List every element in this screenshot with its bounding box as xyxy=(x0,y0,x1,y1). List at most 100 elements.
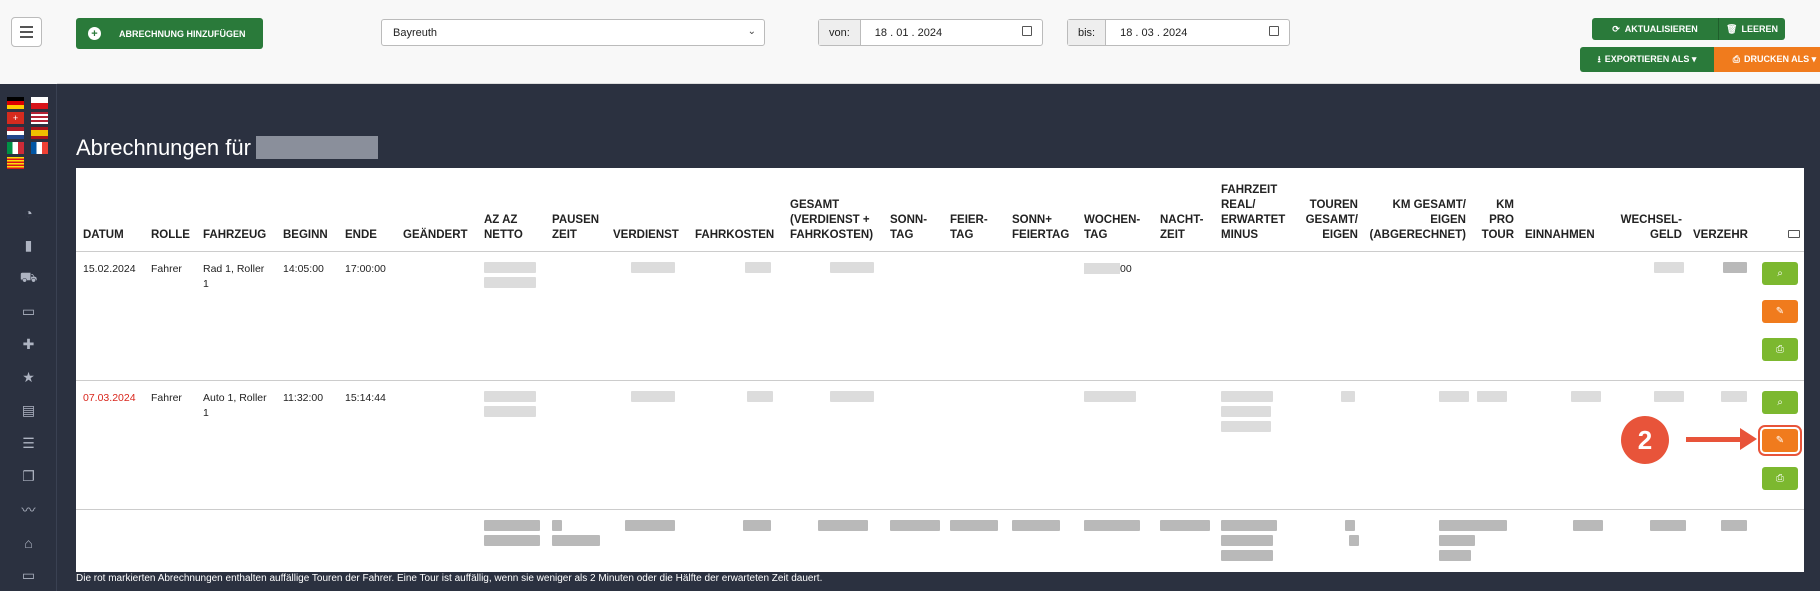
column-header[interactable]: FEIER-TAG xyxy=(943,168,1005,252)
cell-end: 17:00:00 xyxy=(338,251,396,381)
page-title: Abrechnungen für xyxy=(76,135,251,160)
flag-spain-icon[interactable] xyxy=(31,127,48,139)
refresh-button[interactable]: ⟳ AKTUALISIEREN xyxy=(1592,18,1718,40)
print-button[interactable]: ⎙ DRUCKEN ALS ▾ xyxy=(1714,47,1820,72)
edit-button-highlighted[interactable]: ✎ xyxy=(1758,424,1802,456)
edit-button[interactable]: ✎ xyxy=(1762,299,1798,323)
column-header[interactable]: ENDE xyxy=(338,168,396,252)
desktop-icon[interactable]: ▭ xyxy=(0,559,57,591)
dashboard-icon[interactable]: ◔ xyxy=(0,196,57,229)
cell-empty xyxy=(1153,380,1214,510)
search-icon: ⌕ xyxy=(1777,396,1783,408)
column-header[interactable]: FAHRZEUG xyxy=(196,168,276,252)
column-header[interactable]: EINNAHMEN xyxy=(1518,168,1609,252)
column-header[interactable]: SONN+ FEIERTAG xyxy=(1005,168,1077,252)
sidebar-nav: ◔ ▮ ⛟ ▭ ✚ ★ ▤ ☰ ❐ 〰 ⌂ ▭ xyxy=(0,196,57,591)
column-header[interactable]: VERDIENST xyxy=(606,168,688,252)
cell-redacted xyxy=(1077,380,1153,510)
clear-button[interactable]: 🗑 LEEREN xyxy=(1718,18,1785,40)
column-header[interactable]: VERZEHR xyxy=(1686,168,1748,252)
cell-redacted xyxy=(545,509,606,569)
trend-icon[interactable]: 〰 xyxy=(0,493,57,526)
flag-italy-icon[interactable] xyxy=(7,142,24,154)
cell-redacted xyxy=(1686,251,1748,381)
cell-redacted xyxy=(688,509,783,569)
column-header[interactable]: SONN-TAG xyxy=(883,168,943,252)
flag-france-icon[interactable] xyxy=(31,142,48,154)
cell-vehicle: Auto 1, Roller 1 xyxy=(196,380,276,510)
flag-catalonia-icon[interactable] xyxy=(7,157,24,169)
location-value: Bayreuth xyxy=(393,26,438,39)
flag-netherlands-icon[interactable] xyxy=(7,127,24,139)
cell-redacted xyxy=(1518,509,1609,569)
column-header[interactable]: BEGINN xyxy=(276,168,338,252)
monitor-icon[interactable]: ▭ xyxy=(0,295,57,328)
column-header[interactable]: GEÄNDERT xyxy=(396,168,477,252)
bar-chart-icon[interactable]: ▮ xyxy=(0,229,57,262)
date-from-label: von: xyxy=(819,20,861,45)
star-icon[interactable]: ★ xyxy=(0,361,57,394)
home-icon[interactable]: ⌂ xyxy=(0,526,57,559)
column-header[interactable]: WOCHEN-TAG xyxy=(1077,168,1153,252)
sidebar: + ◔ ▮ ⛟ ▭ ✚ ★ ▤ ☰ ❐ 〰 ⌂ ▭ xyxy=(0,0,57,591)
keyboard-icon[interactable] xyxy=(1788,229,1800,238)
add-user-icon[interactable]: ✚ xyxy=(0,328,57,361)
flag-usa-icon[interactable] xyxy=(31,112,48,124)
cell-redacted xyxy=(477,251,545,381)
date-to-field[interactable]: bis: 18 . 03 . 2024 xyxy=(1067,19,1290,46)
calendar-icon[interactable] xyxy=(1022,26,1032,36)
language-flags: + xyxy=(7,97,51,169)
view-button[interactable]: ⌕ xyxy=(1762,261,1798,285)
column-header[interactable]: FAHRKOSTEN xyxy=(688,168,783,252)
date-to-value[interactable]: 18 . 03 . 2024 xyxy=(1120,27,1187,39)
column-header[interactable]: FAHRZEIT REAL/ ERWARTET MINUS xyxy=(1214,168,1298,252)
footnote: Die rot markierten Abrechnungen enthalte… xyxy=(76,573,823,584)
flag-switzerland-icon[interactable]: + xyxy=(7,112,24,124)
print-label: DRUCKEN ALS ▾ xyxy=(1744,54,1817,64)
cell-redacted xyxy=(1362,380,1470,510)
cart-icon[interactable]: ⛟ xyxy=(0,262,57,295)
table-row: 15.02.2024 Fahrer Rad 1, Roller 1 14:05:… xyxy=(76,251,1804,381)
print-row-button[interactable]: ⎙ xyxy=(1762,337,1798,361)
print-row-button[interactable]: ⎙ xyxy=(1762,466,1798,490)
cell-redacted xyxy=(783,509,883,569)
list-icon[interactable]: ☰ xyxy=(0,427,57,460)
date-from-field[interactable]: von: 18 . 01 . 2024 xyxy=(818,19,1043,46)
column-header[interactable]: NACHT-ZEIT xyxy=(1153,168,1214,252)
cell-redacted xyxy=(606,509,688,569)
column-header[interactable]: KM GESAMT/ EIGEN (ABGERECHNET) xyxy=(1362,168,1470,252)
printer-icon: ⎙ xyxy=(1732,54,1740,64)
export-label: EXPORTIEREN ALS ▾ xyxy=(1604,54,1697,64)
cell-redacted xyxy=(1214,380,1298,510)
cell-empty xyxy=(196,509,276,569)
calendar-icon[interactable] xyxy=(1269,26,1279,36)
cell-redacted xyxy=(1005,509,1077,569)
flag-germany-icon[interactable] xyxy=(7,97,24,109)
cell-changed xyxy=(396,251,477,381)
export-button[interactable]: ⭳ EXPORTIEREN ALS ▾ xyxy=(1580,47,1714,72)
date-from-value[interactable]: 18 . 01 . 2024 xyxy=(875,27,942,39)
view-button[interactable]: ⌕ xyxy=(1762,390,1798,414)
add-billing-button[interactable]: + ABRECHNUNG HINZUFÜGEN xyxy=(76,18,263,49)
cell-redacted xyxy=(1609,509,1686,569)
location-select[interactable]: Bayreuth ⌄ xyxy=(381,19,765,46)
flag-czech-icon[interactable] xyxy=(31,97,48,109)
cell-empty xyxy=(396,509,477,569)
plus-circle-icon: + xyxy=(88,27,101,40)
cell-redacted xyxy=(477,380,545,510)
column-header[interactable]: AZ AZ NETTO xyxy=(477,168,545,252)
hamburger-menu-icon[interactable] xyxy=(11,17,42,47)
column-header[interactable]: PAUSEN ZEIT xyxy=(545,168,606,252)
book-icon[interactable]: ❐ xyxy=(0,460,57,493)
cell-redacted xyxy=(477,509,545,569)
column-header[interactable]: KM PRO TOUR xyxy=(1470,168,1518,252)
column-header[interactable]: ROLLE xyxy=(144,168,196,252)
archive-icon[interactable]: ▤ xyxy=(0,394,57,427)
column-header[interactable]: WECHSEL-GELD xyxy=(1609,168,1686,252)
cell-date-flagged: 07.03.2024 xyxy=(76,380,144,510)
download-icon: ⭳ xyxy=(1597,53,1601,64)
cell-empty xyxy=(1518,251,1609,381)
column-header[interactable]: GESAMT (VERDIENST + FAHRKOSTEN) xyxy=(783,168,883,252)
column-header[interactable]: TOUREN GESAMT/ EIGEN xyxy=(1298,168,1362,252)
column-header[interactable]: DATUM xyxy=(76,168,144,252)
